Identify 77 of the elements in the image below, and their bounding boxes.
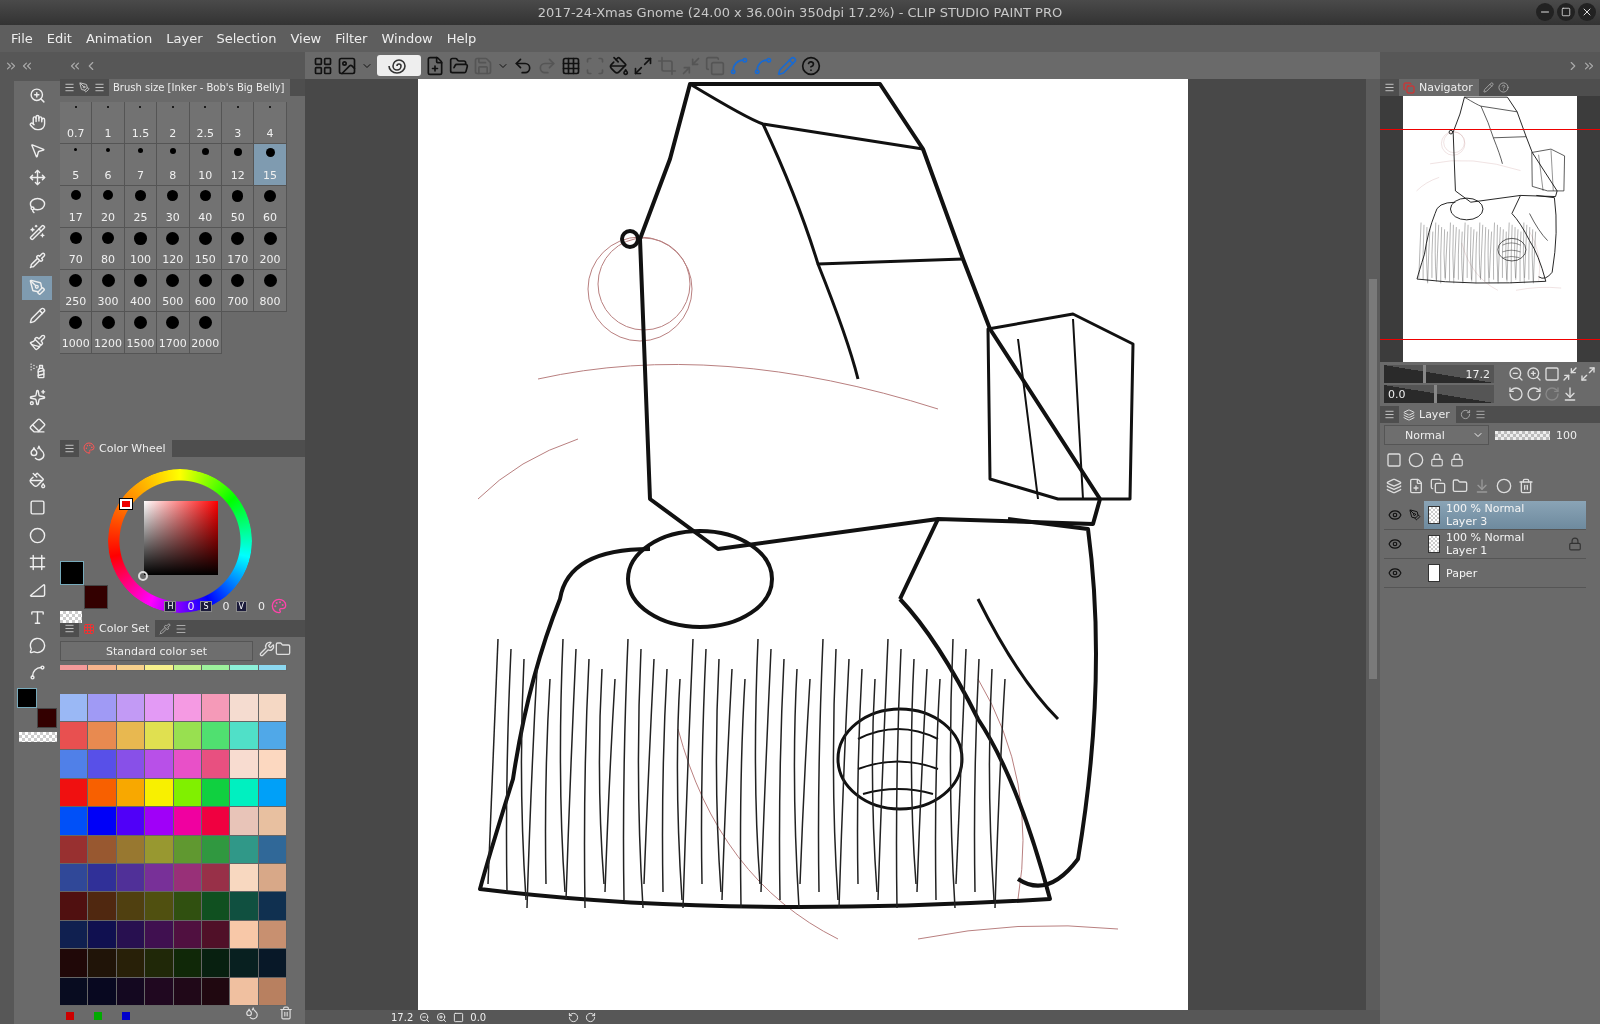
menu-item[interactable]: Animation bbox=[78, 31, 160, 46]
brush-size-option[interactable]: 2.5 bbox=[189, 102, 222, 144]
brush-size-option[interactable]: 10 bbox=[189, 144, 222, 186]
brush-size-option[interactable]: 0.7 bbox=[60, 102, 93, 144]
brush-size-option[interactable]: 40 bbox=[189, 186, 222, 228]
brush-size-option[interactable]: 150 bbox=[189, 228, 222, 270]
saturation-label: S bbox=[200, 600, 212, 612]
hue-label: H bbox=[164, 600, 177, 612]
color-set-tab[interactable]: Color Set bbox=[79, 620, 156, 638]
brush-size-option[interactable]: 15 bbox=[254, 144, 287, 186]
menu-item[interactable]: Layer bbox=[159, 31, 210, 46]
menu-item[interactable]: Edit bbox=[39, 31, 79, 46]
zoom-value: 17.2 bbox=[391, 1011, 414, 1023]
brush-size-option[interactable]: 400 bbox=[124, 270, 158, 312]
brush-size-option[interactable]: 250 bbox=[60, 270, 93, 312]
brush-size-option[interactable]: 8 bbox=[157, 144, 190, 186]
brush-size-option[interactable]: 600 bbox=[189, 270, 222, 312]
brush-size-option[interactable]: 2 bbox=[157, 102, 190, 144]
layer-tab[interactable]: Layer bbox=[1399, 406, 1456, 423]
brush-size-option[interactable]: 2000 bbox=[189, 312, 222, 354]
brush-size-option[interactable]: 6 bbox=[92, 144, 125, 186]
blend-mode-dropdown[interactable]: Normal bbox=[1384, 425, 1489, 445]
brush-size-option[interactable]: 1500 bbox=[124, 312, 158, 354]
layer-mode: 100 % Normal bbox=[1446, 531, 1526, 544]
navigator-tab[interactable]: Navigator bbox=[1399, 79, 1479, 96]
brush-size-option[interactable]: 50 bbox=[221, 186, 255, 228]
brush-size-option[interactable]: 4 bbox=[254, 102, 287, 144]
brush-size-option[interactable]: 1000 bbox=[60, 312, 93, 354]
menu-item[interactable]: Help bbox=[439, 31, 484, 46]
layer-name: Layer 3 bbox=[1446, 515, 1489, 528]
menu-item[interactable]: File bbox=[4, 31, 40, 46]
brush-size-option[interactable]: 30 bbox=[157, 186, 190, 228]
zoom-slider[interactable]: 17.2 bbox=[1384, 365, 1494, 383]
brush-size-option[interactable]: 25 bbox=[124, 186, 158, 228]
brush-size-option[interactable]: 200 bbox=[254, 228, 287, 270]
brush-size-option[interactable]: 800 bbox=[254, 270, 287, 312]
color-set-dropdown[interactable]: Standard color set bbox=[60, 641, 253, 662]
brush-size-option[interactable]: 17 bbox=[60, 186, 93, 228]
rotation-value: 0.0 bbox=[470, 1011, 487, 1023]
brush-size-option[interactable]: 100 bbox=[124, 228, 158, 270]
layer-item[interactable]: 100 % Normal Layer 3 bbox=[1424, 501, 1586, 529]
menu-item[interactable]: Filter bbox=[328, 31, 375, 46]
menu-item[interactable]: Selection bbox=[209, 31, 284, 46]
brush-size-tab[interactable]: Brush size [Inker - Bob's Big Belly] bbox=[109, 79, 291, 96]
brush-size-option[interactable]: 1700 bbox=[157, 312, 190, 354]
saturation-value: 0 bbox=[221, 599, 230, 613]
brush-size-option[interactable]: 80 bbox=[92, 228, 125, 270]
hue-value: 0 bbox=[186, 599, 195, 613]
layer-mode: 100 % Normal bbox=[1446, 502, 1526, 515]
brush-size-option[interactable]: 300 bbox=[92, 270, 125, 312]
layer-item[interactable]: Paper bbox=[1424, 559, 1586, 587]
window-title: 2017-24-Xmas Gnome (24.00 x 36.00in 350dpi 17.2%) - CLIP STUDIO PAINT PRO bbox=[537, 5, 1063, 20]
brush-size-option[interactable]: 170 bbox=[221, 228, 255, 270]
opacity-value: 100 bbox=[1556, 428, 1577, 442]
rotation-value: 0.0 bbox=[1388, 387, 1406, 401]
menu-item[interactable]: View bbox=[283, 31, 329, 46]
brush-size-option[interactable]: 1200 bbox=[92, 312, 125, 354]
brush-size-option[interactable]: 60 bbox=[254, 186, 287, 228]
brush-size-option[interactable]: 120 bbox=[157, 228, 190, 270]
layer-item[interactable]: 100 % Normal Layer 1 bbox=[1424, 530, 1586, 558]
brush-size-option[interactable]: 3 bbox=[221, 102, 255, 144]
brush-size-option[interactable]: 70 bbox=[60, 228, 93, 270]
layer-name: Layer 1 bbox=[1446, 544, 1489, 557]
brush-size-option[interactable]: 20 bbox=[92, 186, 125, 228]
brush-size-option[interactable]: 12 bbox=[221, 144, 255, 186]
brush-size-option[interactable]: 500 bbox=[157, 270, 190, 312]
value-value: 0 bbox=[257, 599, 265, 613]
value-label: V bbox=[235, 600, 247, 612]
brush-size-option[interactable]: 5 bbox=[60, 144, 93, 186]
layer-name: Paper bbox=[1446, 566, 1479, 580]
brush-size-option[interactable]: 700 bbox=[221, 270, 255, 312]
zoom-value: 17.2 bbox=[1465, 367, 1490, 381]
menu-item[interactable]: Window bbox=[374, 31, 440, 46]
brush-size-option[interactable]: 1.5 bbox=[124, 102, 158, 144]
brush-size-option[interactable]: 7 bbox=[124, 144, 158, 186]
brush-size-option[interactable]: 1 bbox=[92, 102, 125, 144]
rotation-slider[interactable]: 0.0 bbox=[1384, 385, 1494, 403]
